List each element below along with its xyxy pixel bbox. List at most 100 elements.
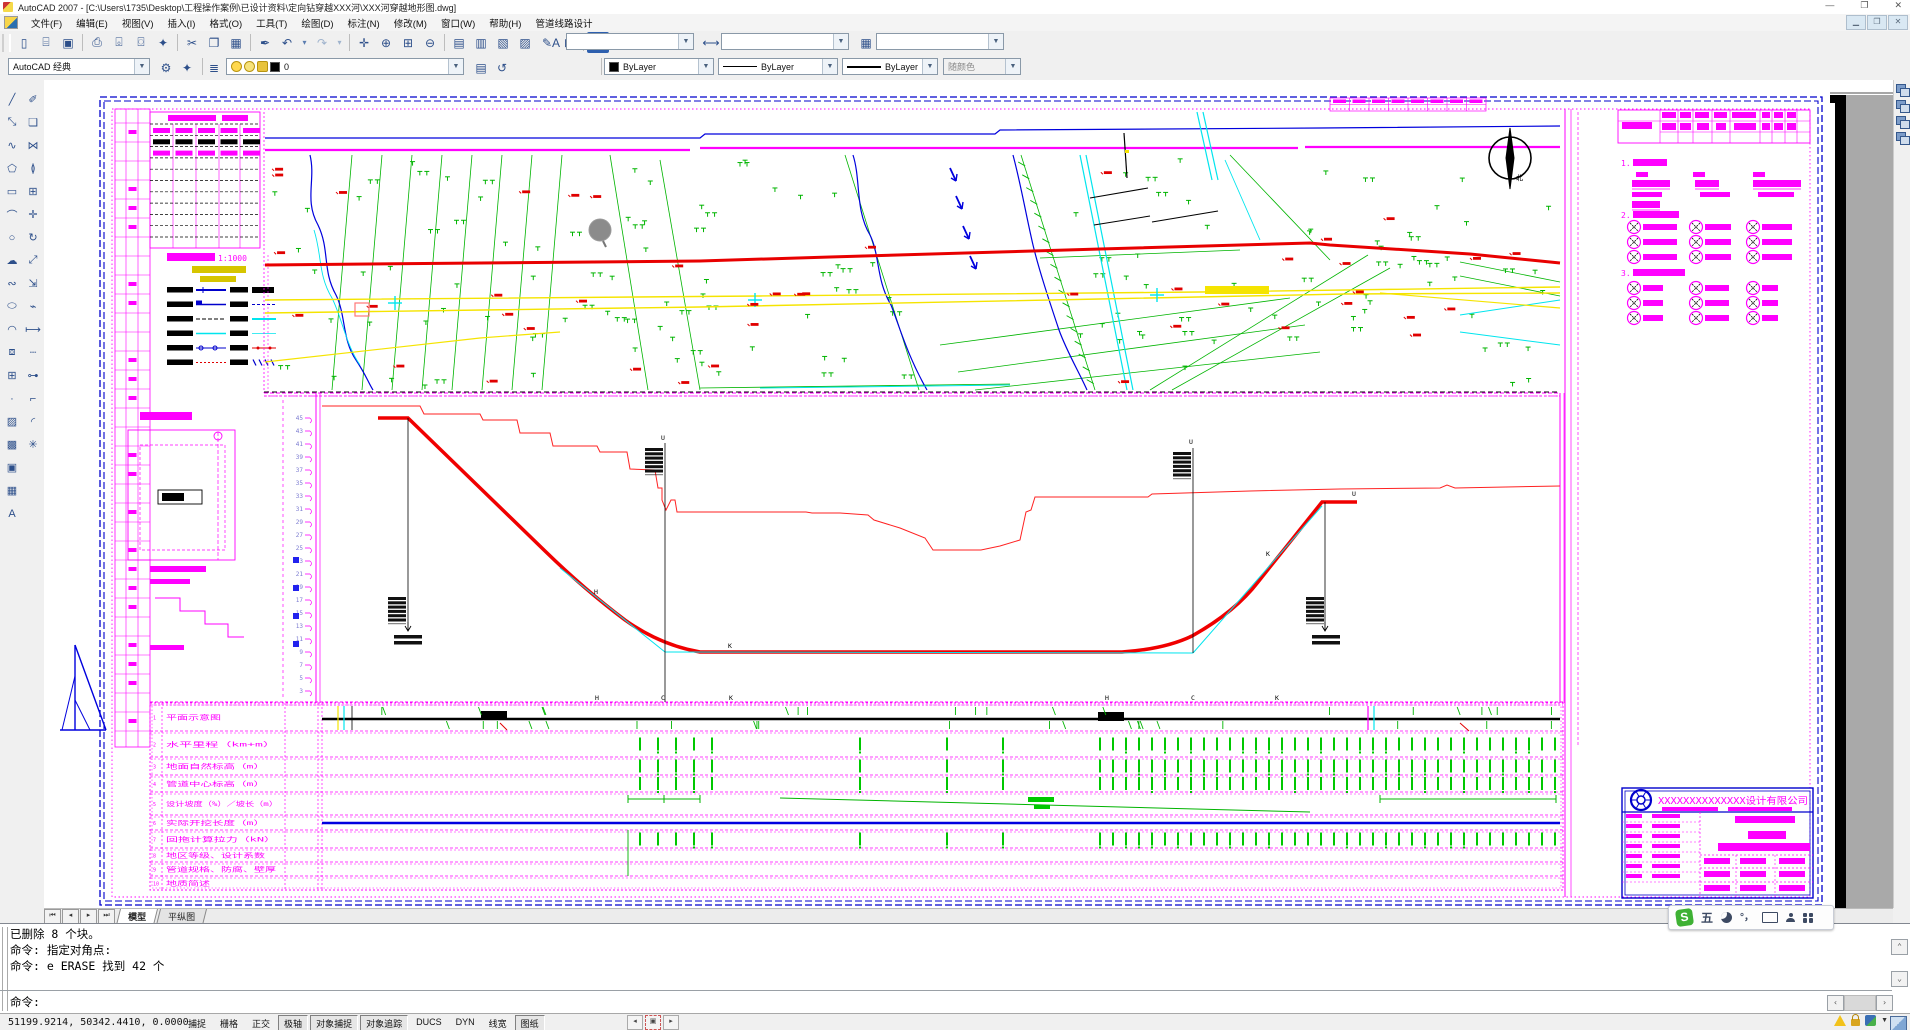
lineweight-combo-arrow-icon[interactable]: ▼: [922, 59, 937, 74]
toggle-栅格[interactable]: 栅格: [214, 1015, 244, 1030]
plot-style-combo[interactable]: 随颜色▼: [943, 58, 1021, 75]
drawing-canvas[interactable]: 1:1000北1.2.3.454341393735333129272523211…: [44, 80, 1893, 908]
command-hscroll-right-button[interactable]: ›: [1876, 995, 1893, 1011]
command-window-grip[interactable]: [2, 927, 8, 1011]
linetype-combo[interactable]: ByLayer▼: [718, 58, 838, 75]
tab-nav-first-button[interactable]: ⏮: [44, 909, 61, 924]
annotation-warning-icon[interactable]: [1834, 1015, 1846, 1026]
plot-style-combo-arrow-icon[interactable]: ▼: [1005, 59, 1020, 74]
extend-icon[interactable]: ⟼: [22, 318, 44, 341]
layout-prev-button[interactable]: ◂: [627, 1015, 643, 1030]
ime-wubi-label[interactable]: 五: [1701, 912, 1713, 924]
menu-item-11[interactable]: 管道线路设计: [528, 15, 599, 31]
hatch-icon[interactable]: ▨: [1, 410, 23, 433]
command-scroll-down-button[interactable]: ⌄: [1891, 971, 1908, 987]
scale-icon[interactable]: ⤢: [22, 249, 44, 272]
redo-icon[interactable]: ↷: [311, 32, 333, 53]
tool-palettes-icon[interactable]: ▧: [492, 32, 514, 53]
viewport-3-icon[interactable]: [1896, 116, 1909, 128]
circle-icon[interactable]: ○: [1, 226, 23, 249]
properties-icon[interactable]: ▤: [448, 32, 470, 53]
ime-moon-icon[interactable]: [1721, 912, 1732, 923]
rotate-icon[interactable]: ↻: [22, 226, 44, 249]
menu-item-10[interactable]: 帮助(H): [482, 15, 528, 31]
sogou-logo-icon[interactable]: S: [1675, 908, 1694, 927]
toggle-DUCS[interactable]: DUCS: [410, 1015, 448, 1030]
command-scroll-up-button[interactable]: ⌃: [1891, 939, 1908, 955]
menu-item-9[interactable]: 窗口(W): [434, 15, 482, 31]
color-combo[interactable]: ByLayer▼: [604, 58, 714, 75]
update-icon[interactable]: [1865, 1015, 1876, 1026]
layer-combo-arrow-icon[interactable]: ▼: [448, 59, 463, 74]
menu-item-5[interactable]: 工具(T): [249, 15, 294, 31]
dwf-icon[interactable]: ✦: [152, 32, 174, 53]
match-properties-icon[interactable]: ✒: [254, 32, 276, 53]
polygon-icon[interactable]: ⬠: [1, 157, 23, 180]
revision-cloud-icon[interactable]: ☁: [1, 249, 23, 272]
zoom-realtime-icon[interactable]: ⊕: [375, 32, 397, 53]
toggle-对象追踪[interactable]: 对象追踪: [360, 1015, 408, 1030]
mdi-close-button[interactable]: ✕: [1888, 15, 1908, 30]
toggle-对象捕捉[interactable]: 对象捕捉: [310, 1015, 358, 1030]
command-hscroll-left-button[interactable]: ‹: [1827, 995, 1844, 1011]
workspace-combo[interactable]: AutoCAD 经典▼: [8, 58, 150, 75]
pan-icon[interactable]: ✛: [353, 32, 375, 53]
gradient-icon[interactable]: ▩: [1, 433, 23, 456]
layer-freeze-sun-icon[interactable]: [244, 61, 255, 72]
dim-style-combo[interactable]: ▼: [721, 33, 849, 50]
table-style-combo-arrow-icon[interactable]: ▼: [988, 34, 1003, 49]
mdi-minimize-button[interactable]: ▁: [1846, 15, 1866, 30]
menu-item-2[interactable]: 视图(V): [115, 15, 161, 31]
ime-keyboard-icon[interactable]: [1762, 912, 1778, 923]
layout-next-button[interactable]: ▸: [663, 1015, 679, 1030]
construction-line-icon[interactable]: ⤡: [1, 111, 23, 134]
close-button[interactable]: ✕: [1894, 0, 1902, 11]
toggle-图纸[interactable]: 图纸: [515, 1015, 545, 1030]
save-icon[interactable]: ▣: [57, 32, 79, 53]
ime-grid-icon[interactable]: [1803, 913, 1813, 923]
undo-drop-icon[interactable]: ▾: [298, 32, 311, 53]
multiline-text-icon[interactable]: A: [1, 502, 23, 525]
workspace-combo-arrow-icon[interactable]: ▼: [134, 59, 149, 74]
make-block-icon[interactable]: ⊞: [1, 364, 23, 387]
menu-item-8[interactable]: 修改(M): [387, 15, 434, 31]
zoom-window-icon[interactable]: ⊞: [397, 32, 419, 53]
stretch-icon[interactable]: ⇲: [22, 272, 44, 295]
text-style-icon[interactable]: A: [545, 32, 567, 53]
menu-item-4[interactable]: 格式(O): [202, 15, 249, 31]
dim-style-combo-arrow-icon[interactable]: ▼: [833, 34, 848, 49]
new-icon[interactable]: ▯: [13, 32, 35, 53]
toggle-捕捉[interactable]: 捕捉: [182, 1015, 212, 1030]
menu-item-1[interactable]: 编辑(E): [69, 15, 115, 31]
copy-icon[interactable]: ❐: [203, 32, 225, 53]
table-icon[interactable]: ▦: [1, 479, 23, 502]
layer-combo[interactable]: 0▼: [226, 58, 464, 75]
table-style-icon[interactable]: ▦: [855, 32, 877, 53]
undo-icon[interactable]: ↶: [276, 32, 298, 53]
sheet-set-icon[interactable]: ▨: [514, 32, 536, 53]
viewport-4-icon[interactable]: [1896, 132, 1909, 144]
minimize-button[interactable]: —: [1825, 0, 1834, 11]
ime-punctuation-icon[interactable]: °，: [1740, 913, 1754, 923]
array-icon[interactable]: ⊞: [22, 180, 44, 203]
tab-nav-last-button[interactable]: ⏭: [98, 909, 115, 924]
polyline-icon[interactable]: ∿: [1, 134, 23, 157]
command-hscroll-thumb[interactable]: [1844, 995, 1876, 1011]
point-icon[interactable]: ·: [1, 387, 23, 410]
plot-preview-icon[interactable]: ⌻: [108, 32, 130, 53]
text-style-combo-arrow-icon[interactable]: ▼: [678, 34, 693, 49]
tab-nav-next-button[interactable]: ▸: [80, 909, 97, 924]
make-object-layer-current-icon[interactable]: ▤: [470, 57, 492, 78]
dim-style-icon[interactable]: ⟷: [700, 32, 722, 53]
table-style-combo[interactable]: ▼: [876, 33, 1004, 50]
command-window[interactable]: 已删除 8 个块。 命令: 指定对角点: 命令: e ERASE 找到 42 个…: [0, 923, 1910, 1014]
line-icon[interactable]: ╱: [1, 88, 23, 111]
toolbar-lock-icon[interactable]: [1851, 1019, 1860, 1026]
zoom-previous-icon[interactable]: ⊖: [419, 32, 441, 53]
color-combo-arrow-icon[interactable]: ▼: [698, 59, 713, 74]
save-workspace-icon[interactable]: ✦: [176, 57, 198, 78]
menu-item-0[interactable]: 文件(F): [24, 15, 69, 31]
linetype-combo-arrow-icon[interactable]: ▼: [822, 59, 837, 74]
ellipse-arc-icon[interactable]: ◠: [1, 318, 23, 341]
trim-icon[interactable]: ⌁: [22, 295, 44, 318]
